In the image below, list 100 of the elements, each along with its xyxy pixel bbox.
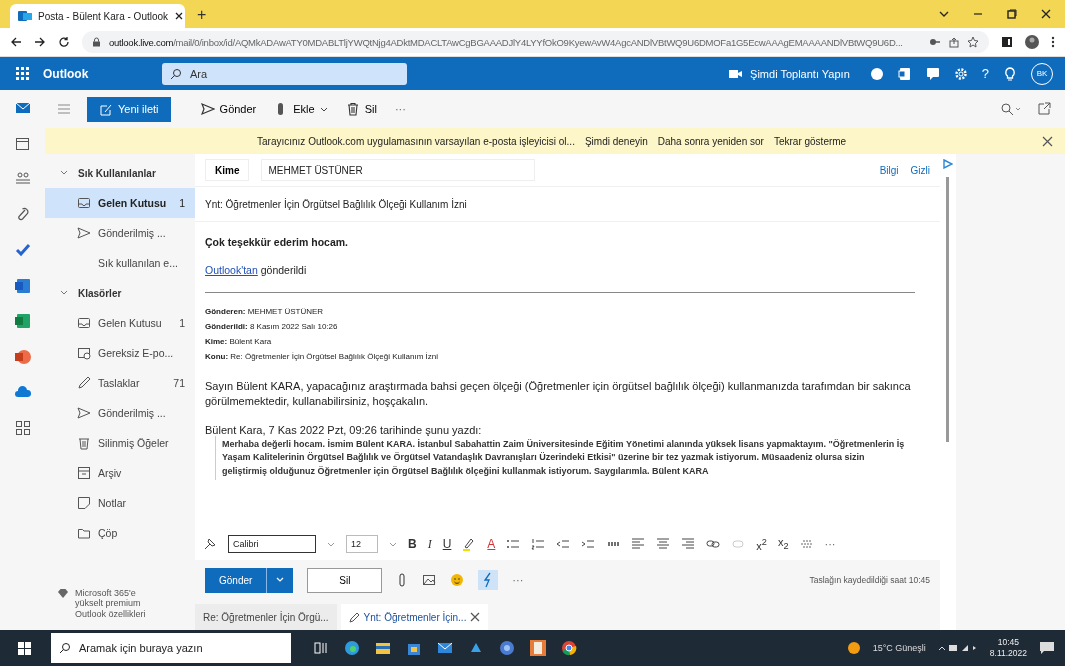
folder-item[interactable]: Çöp (45, 518, 195, 548)
app-launcher-icon[interactable] (16, 67, 29, 80)
font-field[interactable]: Calibri (228, 535, 316, 553)
zoom-icon[interactable] (1000, 102, 1021, 116)
powerpoint-icon[interactable] (14, 348, 31, 365)
send-button[interactable]: Gönder (200, 102, 257, 116)
bullet-list-icon[interactable] (506, 537, 521, 551)
to-button[interactable]: Kime (205, 159, 250, 181)
outdent-icon[interactable] (556, 537, 571, 551)
restore-icon[interactable] (1007, 9, 1017, 19)
underline-button[interactable]: U (442, 537, 452, 551)
task-view-icon[interactable] (313, 640, 329, 656)
attach-button[interactable]: Ekle (274, 102, 328, 116)
address-field[interactable]: outlook.live.com/mail/0/inbox/id/AQMkADAwATY0MDABLTljYWQtNjg4ADktMDACLTAwCgBGAAADJlY4LYYfOkO9KyewAvW4AgcANDlVBtWQ9U6DMOFa1G5EcwAAAgEMAAAANDlVBtWQ9U6D... (82, 31, 989, 53)
new-message-button[interactable]: Yeni ileti (87, 96, 171, 122)
bold-button[interactable]: B (408, 537, 417, 551)
italic-button[interactable]: I (427, 536, 432, 552)
emoji-icon[interactable] (450, 573, 465, 587)
browser-tab[interactable]: Posta - Bülent Kara - Outlook (10, 4, 185, 28)
folder-item[interactable]: Notlar (45, 488, 195, 518)
banner-link[interactable]: Şimdi deneyin (584, 135, 648, 147)
play-icon[interactable] (943, 159, 953, 169)
draft-tab[interactable]: Re: Öğretmenler İçin Örgü... (195, 604, 337, 630)
pop-out-icon[interactable] (1037, 102, 1051, 116)
new-tab-button[interactable]: + (185, 6, 219, 28)
folder-item[interactable]: Sık kullanılan e... (45, 248, 195, 278)
search-field[interactable]: Ara (162, 62, 407, 85)
help-button[interactable]: ? (981, 66, 989, 81)
discard-button[interactable]: Sil (307, 567, 383, 593)
folder-item[interactable]: Silinmiş Öğeler (45, 428, 195, 458)
banner-link[interactable]: Daha sonra yeniden sor (657, 135, 764, 147)
document-icon[interactable] (897, 66, 912, 81)
profile-icon[interactable] (1025, 35, 1039, 49)
folder-item[interactable]: Gönderilmiş ... (45, 398, 195, 428)
mail-icon[interactable] (14, 100, 31, 116)
close-icon[interactable] (174, 11, 185, 21)
people-icon[interactable] (14, 171, 31, 187)
chevron-down-icon[interactable] (939, 9, 949, 19)
forward-arrow-icon[interactable] (34, 36, 46, 48)
scrollbar-thumb[interactable] (946, 177, 949, 442)
image-icon[interactable] (422, 573, 437, 587)
folder-group-header[interactable]: Klasörler (45, 278, 195, 308)
notifications-icon[interactable] (1039, 640, 1055, 656)
align-left-icon[interactable] (631, 537, 646, 551)
folder-item[interactable]: Gelen Kutusu 1 (45, 308, 195, 338)
taskbar-search-field[interactable]: Aramak için buraya yazın (51, 633, 291, 663)
lightbulb-icon[interactable] (1003, 66, 1017, 81)
folder-item[interactable]: Taslaklar 71 (45, 368, 195, 398)
recipient-field[interactable]: MEHMET ÜSTÜNER (261, 159, 536, 181)
more-button[interactable]: ··· (394, 103, 406, 115)
cc-link[interactable]: Bilgi (879, 164, 899, 176)
subscript-button[interactable]: x$_{2}$ (777, 536, 789, 552)
close-icon[interactable] (1042, 135, 1053, 147)
font-color-button[interactable]: A (487, 537, 496, 551)
weather-text[interactable]: 15°C Güneşli (872, 643, 926, 653)
globe-icon[interactable] (499, 640, 515, 656)
calendar-icon[interactable] (14, 135, 31, 152)
meet-now-button[interactable]: Şimdi Toplantı Yapın (729, 67, 850, 80)
folder-group-header[interactable]: Sık Kullanılanlar (45, 158, 195, 188)
align-right-icon[interactable] (681, 537, 696, 551)
more-button[interactable]: ··· (512, 574, 524, 586)
share-icon[interactable] (949, 36, 959, 48)
font-size-field[interactable]: 12 (346, 535, 378, 553)
star-icon[interactable] (967, 36, 979, 48)
key-icon[interactable] (929, 37, 941, 47)
banner-link[interactable]: Tekrar gösterme (773, 135, 847, 147)
sun-icon[interactable] (846, 641, 861, 655)
upgrade-link[interactable]: Microsoft 365'e yükselt premium Outlook özellikleri (75, 587, 165, 620)
format-painter-icon[interactable] (203, 537, 217, 551)
windows-logo-icon[interactable] (18, 641, 31, 655)
editor-icon[interactable] (478, 570, 499, 590)
link-icon[interactable] (706, 537, 721, 551)
more-button[interactable]: ··· (824, 538, 836, 550)
draft-tab[interactable]: Ynt: Öğretmenler İçin... (340, 604, 489, 630)
signature-link[interactable]: Outlook'tan (205, 264, 258, 276)
align-center-icon[interactable] (656, 537, 671, 551)
back-arrow-icon[interactable] (10, 36, 22, 48)
delete-button[interactable]: Sil (345, 102, 377, 116)
folder-item[interactable]: Gelen Kutusu 1 (45, 188, 195, 218)
close-icon[interactable] (470, 612, 481, 622)
word-icon[interactable] (14, 277, 31, 294)
sidebar-icon[interactable] (1001, 36, 1013, 48)
browser-icon[interactable] (344, 640, 360, 656)
feedback-icon[interactable] (925, 66, 940, 81)
close-icon[interactable] (1041, 9, 1051, 19)
folder-item[interactable]: Gönderilmiş ... (45, 218, 195, 248)
envelope-icon[interactable] (437, 640, 453, 656)
folder-item[interactable]: Arşiv (45, 458, 195, 488)
reload-icon[interactable] (58, 36, 70, 48)
apps-icon[interactable] (14, 419, 31, 436)
chrome-icon[interactable] (561, 640, 577, 656)
folder-item[interactable]: Gereksiz E-po... (45, 338, 195, 368)
superscript-button[interactable]: x$^{2}$ (756, 536, 767, 552)
more-vertical-icon[interactable] (1051, 36, 1055, 48)
bcc-link[interactable]: Gizli (910, 164, 930, 176)
cloud-icon[interactable] (14, 384, 31, 400)
subject-field[interactable]: Ynt: Öğretmenler İçin Örgütsel Bağlılık Ölçeği Kullanım İzni (195, 186, 940, 222)
settings-icon[interactable] (953, 66, 968, 81)
excel-icon[interactable] (14, 313, 31, 329)
folder-icon[interactable] (375, 640, 391, 656)
